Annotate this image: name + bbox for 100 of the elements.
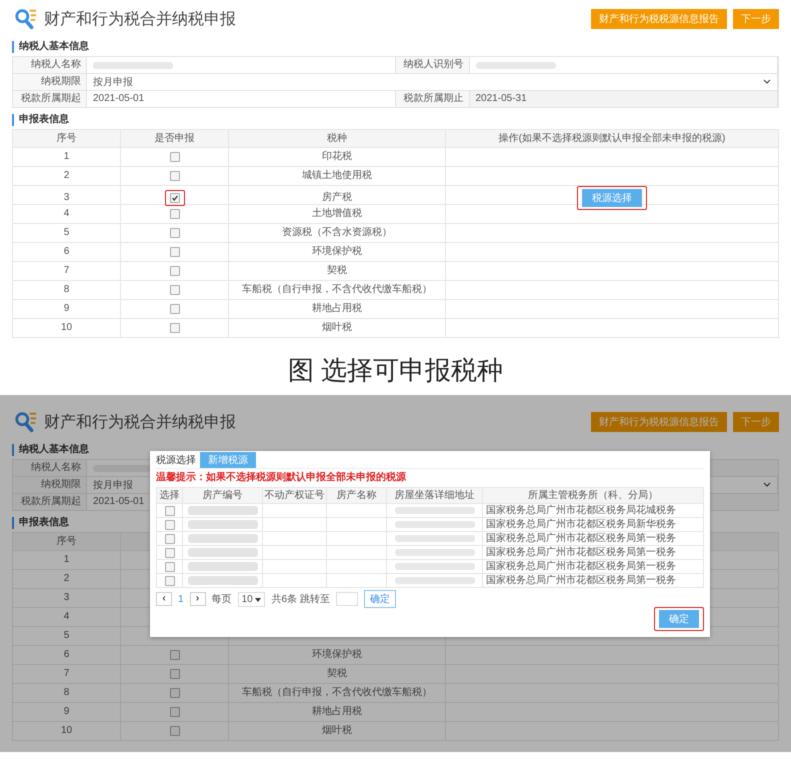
field-value: 2021-05-01 — [93, 93, 144, 105]
dialog-title: 税源选择 — [156, 454, 196, 466]
column-header: 税种 — [327, 134, 347, 144]
checkbox[interactable] — [170, 228, 180, 238]
checkbox[interactable] — [170, 707, 180, 717]
tax-type: 烟叶税 — [322, 726, 352, 736]
checkbox[interactable] — [170, 323, 180, 333]
tax-type: 土地增值税 — [312, 209, 362, 219]
column-header: 所属主管税务所（科、分局） — [528, 490, 658, 500]
page-title: 财产和行为税合并纳税申报 — [44, 10, 236, 30]
row-number: 10 — [60, 726, 72, 736]
row-number: 5 — [64, 631, 70, 641]
checkbox[interactable] — [170, 247, 180, 257]
tax-office: 国家税务总局广州市花都区税务局第一税务 — [486, 534, 676, 544]
section-title: 纳税人基本信息 — [12, 41, 779, 53]
warning-text: 温馨提示：如果不选择税源则默认申报全部未申报的税源 — [156, 472, 407, 484]
section-title: 申报表信息 — [12, 114, 779, 126]
tax-office: 国家税务总局广州市花都区税务局第一税务 — [486, 548, 676, 558]
row-number: 8 — [64, 285, 70, 295]
row-number: 1 — [64, 555, 70, 565]
column-header: 是否申报 — [154, 134, 194, 144]
checkbox[interactable] — [170, 688, 180, 698]
toolbar-button[interactable]: 财产和行为税税源信息报告 — [591, 412, 727, 432]
checkbox[interactable] — [170, 304, 180, 314]
toolbar-button[interactable]: 财产和行为税税源信息报告 — [591, 9, 727, 29]
tax-type: 城镇土地使用税 — [302, 171, 372, 181]
tax-type: 房产税 — [322, 193, 352, 203]
column-header: 序号 — [56, 536, 76, 546]
field-value: 2021-05-01 — [93, 496, 144, 508]
row-number: 9 — [64, 304, 70, 314]
checkbox[interactable] — [164, 548, 174, 558]
tax-office: 国家税务总局广州市花都区税务局花城税务 — [486, 506, 676, 516]
checkbox[interactable] — [170, 193, 180, 203]
row-number: 6 — [64, 247, 70, 257]
row-number: 6 — [64, 650, 70, 660]
checkbox[interactable] — [170, 209, 180, 219]
field-value: 2021-05-31 — [476, 93, 527, 105]
previous-page-button[interactable]: ‹ — [156, 592, 172, 606]
checkbox[interactable] — [164, 520, 174, 530]
column-header: 房产名称 — [336, 490, 376, 500]
column-header: 操作(如果不选择税源则默认申报全部未申报的税源) — [498, 134, 726, 144]
column-header: 房屋坐落详细地址 — [394, 490, 474, 500]
tax-type: 契税 — [327, 669, 347, 679]
redacted-text-block — [188, 534, 258, 543]
source-select-button[interactable]: 税源选择 — [582, 189, 642, 207]
add-source-button[interactable]: 新增税源 — [200, 452, 256, 468]
row-number: 2 — [64, 171, 70, 181]
row-number: 3 — [64, 593, 70, 603]
row-number: 8 — [64, 688, 70, 698]
redacted-text-block — [188, 520, 258, 529]
magnifier-list-icon — [14, 7, 38, 31]
total-count: 共6条 跳转至 — [271, 592, 330, 606]
checkbox[interactable] — [164, 534, 174, 544]
tax-type: 车船税（自行申报，不含代收代缴车船税） — [242, 285, 432, 295]
page-number[interactable]: 1 — [178, 594, 184, 604]
column-header: 不动产权证号 — [264, 490, 324, 500]
checkbox[interactable] — [164, 506, 174, 516]
redacted-text-block — [188, 562, 258, 571]
row-number: 7 — [64, 266, 70, 276]
redacted-text-block — [188, 506, 258, 515]
checkbox[interactable] — [170, 726, 180, 736]
row-number: 4 — [64, 612, 70, 622]
row-number: 9 — [64, 707, 70, 717]
row-number: 10 — [60, 323, 72, 333]
chevron-down-icon — [763, 482, 771, 488]
row-number: 3 — [64, 193, 70, 203]
checkbox[interactable] — [170, 669, 180, 679]
checkbox[interactable] — [170, 266, 180, 276]
checkbox[interactable] — [164, 576, 174, 586]
tax-office: 国家税务总局广州市花都区税务局第一税务 — [486, 562, 676, 572]
redacted-text-block — [188, 548, 258, 557]
tax-office: 国家税务总局广州市花都区税务局新华税务 — [486, 520, 676, 530]
toolbar-button[interactable]: 下一步 — [733, 9, 779, 29]
page-input[interactable] — [336, 592, 358, 606]
page-size-select[interactable]: 10 — [238, 592, 266, 606]
go-button[interactable]: 确定 — [364, 590, 396, 608]
checkbox[interactable] — [170, 650, 180, 660]
checkbox[interactable] — [170, 171, 180, 181]
checkbox[interactable] — [170, 152, 180, 162]
tax-type: 资源税（不含水资源税） — [282, 228, 392, 238]
toolbar-button[interactable]: 下一步 — [733, 412, 779, 432]
chevron-down-icon — [763, 79, 771, 85]
next-page-button[interactable]: › — [190, 592, 206, 606]
page-title: 财产和行为税合并纳税申报 — [44, 412, 236, 432]
row-number: 1 — [64, 152, 70, 162]
tax-type: 车船税（自行申报，不含代收代缴车船税） — [242, 688, 432, 698]
confirm-button[interactable]: 确定 — [659, 610, 699, 628]
tax-type: 耕地占用税 — [312, 707, 362, 717]
row-number: 2 — [64, 574, 70, 584]
column-header: 选择 — [160, 490, 180, 500]
row-number: 5 — [64, 228, 70, 238]
column-header: 房产编号 — [202, 490, 242, 500]
checkbox[interactable] — [170, 285, 180, 295]
figure-caption: 图 选择可申报税种 — [286, 354, 504, 386]
magnifier-list-icon — [14, 410, 38, 434]
tax-type: 环境保护税 — [312, 650, 362, 660]
checkbox[interactable] — [164, 562, 174, 572]
tax-office: 国家税务总局广州市花都区税务局第一税务 — [486, 576, 676, 586]
tax-type: 烟叶税 — [322, 323, 352, 333]
per-page-label: 每页 — [212, 593, 232, 606]
